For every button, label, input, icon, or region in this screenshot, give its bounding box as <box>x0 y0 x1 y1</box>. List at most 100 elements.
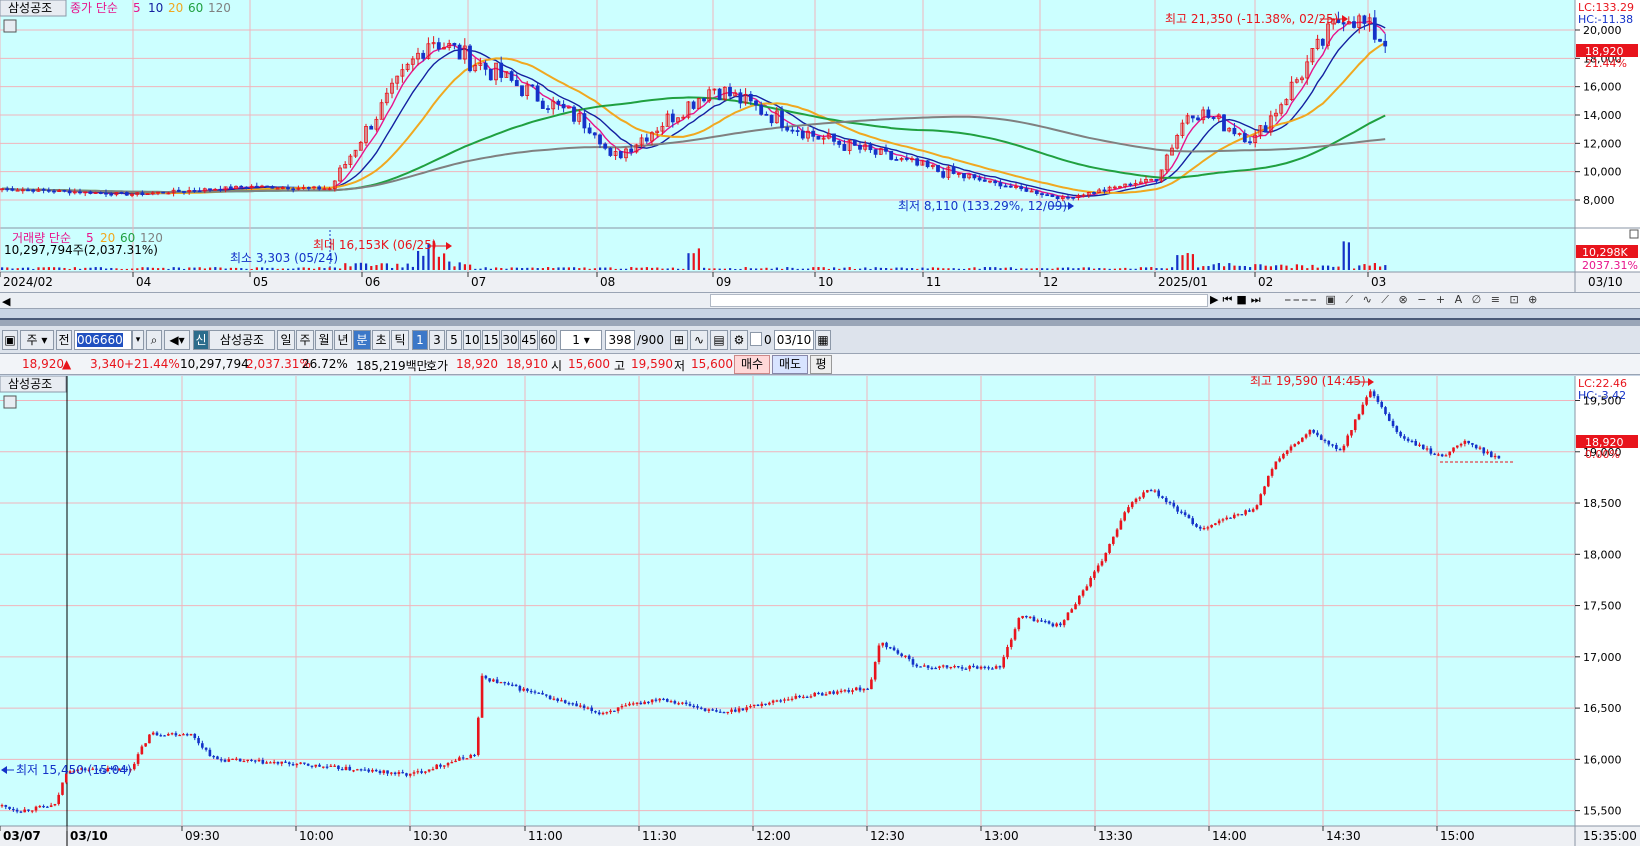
minute-candle <box>1248 510 1251 512</box>
daily-candle <box>1248 141 1252 144</box>
count-input[interactable]: 398 <box>605 330 635 350</box>
compare-icon[interactable]: ⊞ <box>670 330 688 350</box>
save-icon[interactable]: ▤ <box>710 330 728 350</box>
daily-candle <box>1206 109 1211 118</box>
minute-candle <box>1130 502 1134 508</box>
minute-candle <box>511 684 514 686</box>
minute-candle <box>1017 618 1021 630</box>
minute-candle <box>934 667 937 670</box>
volume-bar <box>853 268 856 270</box>
minute-candle <box>1440 454 1444 457</box>
minute-candle <box>1456 445 1459 448</box>
search-icon[interactable]: ⌕ <box>146 330 162 350</box>
minute-candle <box>681 702 684 704</box>
indicator-icon[interactable]: ∿ <box>690 330 708 350</box>
close-pane-icon[interactable] <box>1629 229 1639 239</box>
interval-60[interactable]: 60 <box>539 330 557 350</box>
daily-candle <box>317 186 322 190</box>
interval-5[interactable]: 5 <box>446 330 462 350</box>
daily-y-tick: 8,000 <box>1583 194 1615 207</box>
minute-candle <box>1319 435 1323 440</box>
minute-candle <box>473 754 476 757</box>
minute-candle <box>1282 453 1285 459</box>
unit-select[interactable]: 주 ▾ <box>20 330 54 350</box>
volume-bar <box>1051 268 1054 270</box>
daily-candle <box>738 92 743 104</box>
volume-bar <box>11 268 14 270</box>
count-select[interactable]: 1 ▾ <box>560 330 602 350</box>
period-second[interactable]: 초 <box>372 330 390 350</box>
minute-candle <box>484 675 488 679</box>
daily-x-label: 08 <box>600 275 615 289</box>
daily-candle <box>795 130 800 132</box>
calendar-icon[interactable]: ▦ <box>815 330 831 350</box>
pane-divider[interactable] <box>0 318 1640 326</box>
minute-candle <box>1153 490 1157 492</box>
period-year[interactable]: 년 <box>334 330 352 350</box>
daily-candle <box>1211 117 1216 119</box>
daily-candle <box>764 113 769 116</box>
interval-30[interactable]: 30 <box>501 330 519 350</box>
interval-3[interactable]: 3 <box>429 330 445 350</box>
minute-chart[interactable]: 삼성공조 LC:22.46 HC:-3.42 19,50019,00018,50… <box>0 376 1640 846</box>
mode-button[interactable]: 전 <box>56 330 72 350</box>
minute-candle <box>1267 475 1270 487</box>
daily-chart[interactable]: 삼성공조 종가 단순 5 10 20 60 120 LC:133.29 HC:-… <box>0 0 1640 292</box>
volume-bar <box>203 268 206 270</box>
minute-candle <box>794 695 798 699</box>
stock-name-field[interactable]: 삼성공조 <box>209 330 275 350</box>
chart-scrollbar[interactable]: ◀ ▶⏮■⏭ ⎯⎯⎯⎯ ▣ ⟋ ∿ ⟋ ⊗ − + A ∅ ≡ ⊡ ⊕ <box>0 292 1640 309</box>
minute-candle <box>1418 444 1421 446</box>
grid-toggle-icon[interactable] <box>3 19 17 33</box>
volume-bar <box>448 261 451 270</box>
minute-candle <box>4 805 8 807</box>
minute-candle <box>873 662 877 680</box>
interval-15[interactable]: 15 <box>482 330 500 350</box>
layout-icon[interactable]: ▣ <box>2 330 18 350</box>
daily-candle <box>936 164 940 172</box>
eval-button[interactable]: 평 <box>810 355 832 374</box>
minute-candle <box>1323 439 1327 442</box>
interval-45[interactable]: 45 <box>520 330 538 350</box>
drawing-tools-icon[interactable]: ⎯⎯⎯⎯ ▣ ⟋ ∿ ⟋ ⊗ − + A ∅ ≡ ⊡ ⊕ <box>1285 293 1640 308</box>
interval-10[interactable]: 10 <box>463 330 481 350</box>
date-input[interactable]: 03/10 <box>774 330 814 350</box>
daily-candle <box>556 100 561 105</box>
minute-candle <box>1350 430 1353 436</box>
zero-checkbox[interactable] <box>750 332 762 346</box>
period-day[interactable]: 일 <box>277 330 295 350</box>
stock-code-input[interactable]: 006660 <box>74 330 132 350</box>
scroll-left-icon[interactable]: ◀ <box>2 295 10 308</box>
volume-bar <box>1316 267 1319 270</box>
legend-ma5: 5 <box>133 1 141 15</box>
sell-button[interactable]: 매도 <box>772 355 808 374</box>
minute-candle <box>1176 506 1179 512</box>
playback-controls-icon[interactable]: ▶⏮■⏭ <box>1210 293 1280 308</box>
volume-bar <box>739 268 742 270</box>
minute-candle <box>722 712 726 714</box>
gear-icon[interactable]: ⚙ <box>730 330 748 350</box>
period-tick[interactable]: 틱 <box>391 330 409 350</box>
sound-icon[interactable]: ◀▾ <box>164 330 190 350</box>
volume-bar <box>827 268 830 270</box>
period-minute[interactable]: 분 <box>353 330 371 350</box>
minute-candle <box>790 698 794 700</box>
period-week[interactable]: 주 <box>296 330 314 350</box>
minute-candle <box>424 771 427 773</box>
code-dropdown-icon[interactable]: ▾ <box>132 330 144 350</box>
quote-bar: 18,920 ▲ 3,340 +21.44% 10,297,794 2,037.… <box>0 354 1640 375</box>
minute-x-label: 13:30 <box>1098 829 1133 843</box>
daily-candle <box>629 148 634 153</box>
buy-button[interactable]: 매수 <box>734 355 770 374</box>
volume-bar <box>141 267 144 270</box>
minute-candle <box>824 694 828 696</box>
volume-bar <box>755 268 758 270</box>
minute-candle <box>1285 450 1289 454</box>
minute-grid-toggle-icon[interactable] <box>3 395 17 409</box>
scroll-thumb[interactable] <box>710 294 1208 307</box>
interval-1[interactable]: 1 <box>412 330 428 350</box>
minute-candle <box>310 765 314 767</box>
minute-candle <box>839 690 843 692</box>
daily-candle <box>582 113 587 129</box>
period-month[interactable]: 월 <box>315 330 333 350</box>
